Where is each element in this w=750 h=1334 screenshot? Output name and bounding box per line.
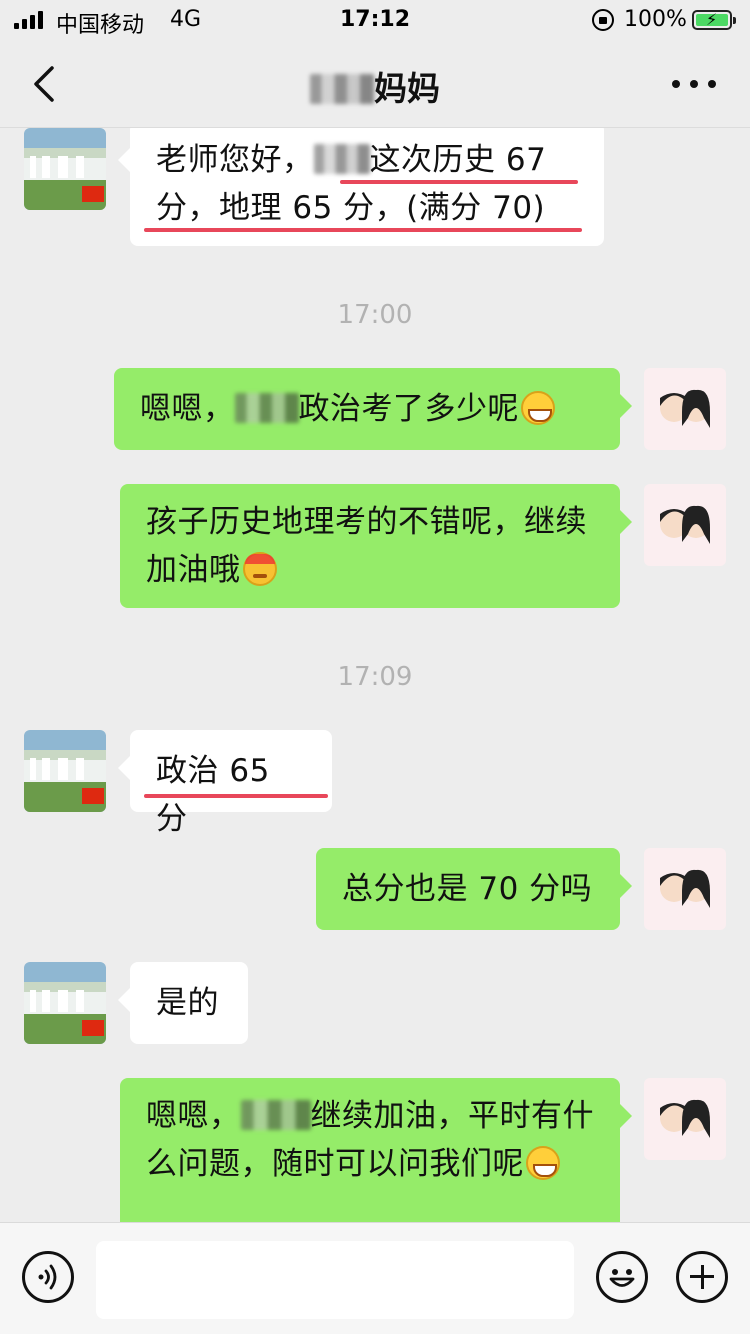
timestamp: 17:09 (337, 662, 413, 692)
message-bubble-outgoing[interactable]: 总分也是 70 分吗 (316, 848, 632, 930)
message-row: 孩子历史地理考的不错呢，继续加油哦 (0, 484, 750, 610)
grin-emoji-icon (521, 391, 555, 425)
contact-avatar[interactable] (24, 730, 106, 812)
message-bubble-outgoing[interactable]: 嗯嗯， 继续加油，平时有什么问题，随时可以问我们呢 (120, 1078, 632, 1222)
nav-bar: 妈妈 (0, 40, 750, 128)
my-avatar[interactable] (644, 1078, 726, 1160)
message-bubble-outgoing[interactable]: 嗯嗯， 政治考了多少呢 (114, 368, 632, 450)
highlight-underline (340, 180, 578, 184)
plus-icon[interactable] (676, 1251, 728, 1303)
message-bubble-outgoing[interactable]: 孩子历史地理考的不错呢，继续加油哦 (120, 484, 632, 608)
grin-emoji-icon (526, 1146, 560, 1180)
contact-avatar[interactable] (24, 128, 106, 210)
smiley-face-glyph (609, 1269, 635, 1287)
contact-avatar[interactable] (24, 962, 106, 1044)
couple-avatar-image (644, 848, 726, 930)
message-row: 总分也是 70 分吗 (0, 848, 750, 932)
waterfall-avatar-image (24, 128, 106, 210)
couple-avatar-image (644, 1078, 726, 1160)
couple-avatar-image (644, 368, 726, 450)
message-input[interactable] (96, 1241, 574, 1319)
smiley-icon[interactable] (596, 1251, 648, 1303)
redacted-name (313, 144, 370, 174)
message-row: 嗯嗯， 继续加油，平时有什么问题，随时可以问我们呢 (0, 1078, 750, 1222)
rotation-lock-icon (592, 9, 614, 31)
message-row: 是的 (0, 962, 750, 1046)
waterfall-avatar-image (24, 962, 106, 1044)
my-avatar[interactable] (644, 368, 726, 450)
redacted-name (240, 1100, 311, 1130)
message-row: 嗯嗯， 政治考了多少呢 (0, 368, 750, 452)
message-bubble-incoming[interactable]: 是的 (118, 962, 248, 1044)
redacted-name (310, 74, 374, 104)
my-avatar[interactable] (644, 848, 726, 930)
message-bubble-incoming[interactable]: 政治 65 分 (118, 730, 332, 837)
highlight-underline (144, 794, 328, 798)
chat-list[interactable]: 老师您好， 这次历史 67 分，地理 65 分，(满分 70) 17:00 嗯嗯，… (0, 128, 750, 1222)
battery-icon: ⚡ (692, 10, 736, 30)
ellipsis-icon[interactable] (672, 80, 716, 90)
angry-emoji-icon (242, 552, 277, 586)
message-row: 老师您好， 这次历史 67 分，地理 65 分，(满分 70) (0, 128, 750, 252)
battery-percent: 100% (624, 7, 687, 32)
highlight-underline (144, 228, 582, 232)
my-avatar[interactable] (644, 484, 726, 566)
timestamp: 17:00 (337, 300, 413, 330)
voice-icon[interactable] (22, 1251, 74, 1303)
chat-title: 妈妈 (0, 62, 750, 110)
message-row: 政治 65 分 (0, 730, 750, 837)
couple-avatar-image (644, 484, 726, 566)
chat-title-text: 妈妈 (374, 69, 440, 108)
status-bar: 中国移动 4G 17:12 100% ⚡ (0, 0, 750, 40)
voice-waves-glyph (38, 1264, 57, 1290)
input-bar (0, 1222, 750, 1334)
waterfall-avatar-image (24, 730, 106, 812)
redacted-name (234, 393, 299, 423)
